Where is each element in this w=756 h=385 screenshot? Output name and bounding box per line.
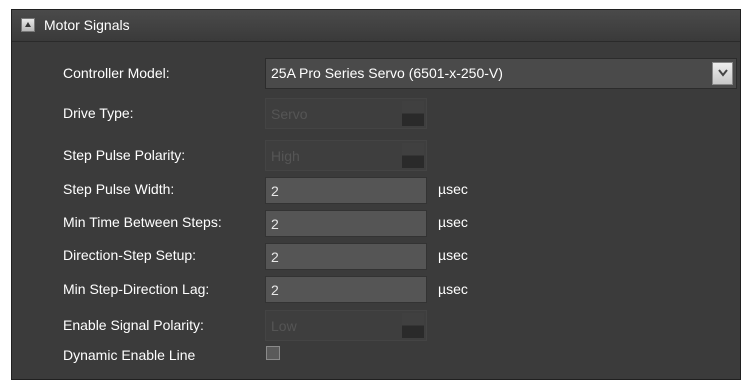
step-pulse-width-unit: µsec — [438, 181, 468, 197]
step-pulse-width-input[interactable]: 2 — [265, 177, 427, 204]
chevron-down-icon — [718, 69, 728, 77]
drive-type-dropdown-button[interactable] — [402, 101, 424, 126]
controller-model-value: 25A Pro Series Servo (6501-x-250-V) — [271, 65, 503, 81]
min-step-direction-lag-label: Min Step-Direction Lag: — [63, 281, 210, 297]
enable-signal-polarity-value: Low — [271, 318, 297, 334]
collapse-icon[interactable] — [21, 18, 35, 32]
min-time-between-steps-unit: µsec — [438, 214, 468, 230]
panel-header: Motor Signals — [12, 10, 740, 42]
drive-type-select[interactable]: Servo — [265, 98, 427, 129]
controller-model-select[interactable]: 25A Pro Series Servo (6501-x-250-V) — [265, 58, 737, 89]
min-step-direction-lag-input[interactable]: 2 — [265, 276, 427, 303]
step-pulse-polarity-dropdown-button[interactable] — [402, 143, 424, 168]
step-pulse-polarity-value: High — [271, 148, 300, 164]
drive-type-value: Servo — [271, 106, 308, 122]
enable-signal-polarity-label: Enable Signal Polarity: — [63, 317, 204, 333]
motor-signals-panel: Motor Signals Controller Model: 25A Pro … — [11, 9, 741, 380]
enable-signal-polarity-select[interactable]: Low — [265, 310, 427, 341]
enable-signal-polarity-dropdown-button[interactable] — [402, 313, 424, 338]
min-step-direction-lag-unit: µsec — [438, 281, 468, 297]
direction-step-setup-label: Direction-Step Setup: — [63, 247, 197, 263]
step-pulse-polarity-label: Step Pulse Polarity: — [63, 147, 186, 163]
panel-title: Motor Signals — [44, 17, 130, 33]
direction-step-setup-input[interactable]: 2 — [265, 243, 427, 270]
dynamic-enable-line-checkbox[interactable] — [266, 346, 280, 360]
controller-model-dropdown-button[interactable] — [712, 62, 733, 85]
controller-model-label: Controller Model: — [63, 65, 170, 81]
drive-type-label: Drive Type: — [63, 105, 134, 121]
direction-step-setup-unit: µsec — [438, 247, 468, 263]
min-time-between-steps-label: Min Time Between Steps: — [63, 214, 222, 230]
min-time-between-steps-input[interactable]: 2 — [265, 210, 427, 237]
step-pulse-width-label: Step Pulse Width: — [63, 181, 175, 197]
dynamic-enable-line-label: Dynamic Enable Line — [63, 347, 196, 363]
step-pulse-polarity-select[interactable]: High — [265, 140, 427, 171]
